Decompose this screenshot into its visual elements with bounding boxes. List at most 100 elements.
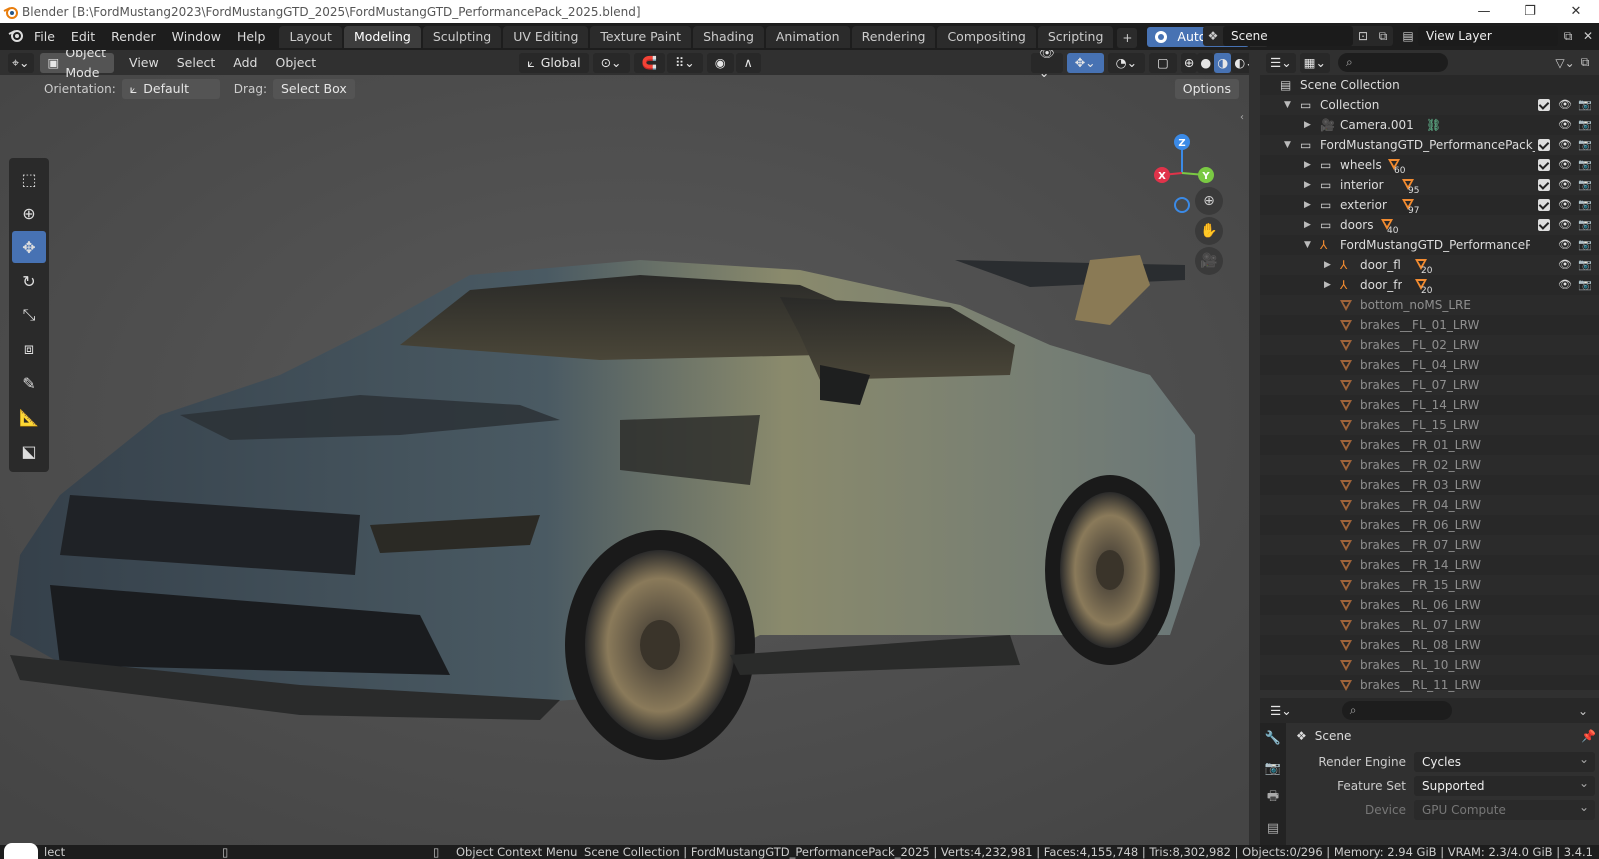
shading-material-button[interactable]: ◑: [1214, 52, 1232, 73]
outliner-row[interactable]: brakes__RL_07_LRW: [1260, 615, 1599, 635]
camera-view-icon[interactable]: 🎥: [1195, 247, 1223, 275]
editor-type-button[interactable]: ⌖⌄: [8, 52, 34, 73]
feature-set-select[interactable]: Supported: [1414, 773, 1595, 796]
outliner-search-input[interactable]: ⌕: [1337, 53, 1448, 72]
tab-sculpting[interactable]: Sculpting: [422, 25, 502, 48]
outliner-row[interactable]: ▶ ▭ interior 95 👁 📷: [1260, 175, 1599, 196]
expand-arrow-icon[interactable]: ▶: [1304, 175, 1311, 195]
exclude-checkbox[interactable]: [1538, 199, 1550, 211]
zoom-icon[interactable]: ⊕: [1195, 187, 1223, 215]
collapse-arrow-icon[interactable]: ▼: [1304, 235, 1311, 255]
eye-icon[interactable]: 👁: [1558, 115, 1572, 135]
mode-select[interactable]: ▣ Object Mode: [39, 50, 115, 80]
scale-tool[interactable]: ⤡: [12, 299, 46, 331]
scene-selector[interactable]: ❖ Scene ⊡ ⧉: [1203, 26, 1393, 46]
shading-rendered-button[interactable]: ◐⌄: [1231, 52, 1249, 73]
eye-icon[interactable]: 👁: [1558, 235, 1572, 255]
view-layer-tab-icon[interactable]: ▤: [1260, 813, 1286, 843]
menu-window[interactable]: Window: [164, 29, 229, 44]
outliner-row[interactable]: ▶ ⅄ door_fr 20 👁 📷: [1260, 275, 1599, 296]
maximize-button[interactable]: ❐: [1507, 4, 1553, 19]
outliner-row[interactable]: brakes__FR_07_LRW: [1260, 535, 1599, 555]
options-button[interactable]: Options: [1174, 78, 1239, 99]
render-camera-icon[interactable]: 📷: [1578, 135, 1592, 155]
expand-arrow-icon[interactable]: ▶: [1324, 255, 1331, 275]
eye-icon[interactable]: 👁: [1558, 135, 1572, 155]
render-camera-icon[interactable]: 📷: [1578, 255, 1592, 275]
eye-icon[interactable]: 👁: [1558, 275, 1572, 295]
shading-wireframe-button[interactable]: ⊕: [1180, 52, 1198, 73]
display-mode-button[interactable]: ▦⌄: [1299, 52, 1330, 73]
blender-menu-icon[interactable]: [6, 28, 26, 45]
collapse-arrow-icon[interactable]: ▼: [1284, 95, 1291, 115]
shading-solid-button[interactable]: ●: [1197, 52, 1215, 73]
viewport-menu-view[interactable]: View: [120, 55, 168, 70]
outliner-row[interactable]: brakes__RL_11_LRW: [1260, 675, 1599, 695]
outliner-row[interactable]: brakes__FR_15_LRW: [1260, 575, 1599, 595]
add-cube-tool[interactable]: ⬕: [12, 435, 46, 467]
output-tab-icon[interactable]: 🖶: [1260, 783, 1286, 813]
sidebar-toggle-arrow-icon[interactable]: ‹: [1240, 112, 1244, 123]
view-layer-field[interactable]: View Layer: [1418, 26, 1558, 46]
eye-icon[interactable]: 👁: [1558, 175, 1572, 195]
outliner-row[interactable]: brakes__FR_04_LRW: [1260, 495, 1599, 515]
expand-arrow-icon[interactable]: ▶: [1304, 215, 1311, 235]
overlay-toggle[interactable]: ◔⌄: [1107, 52, 1146, 73]
tab-layout[interactable]: Layout: [279, 25, 342, 48]
render-camera-icon[interactable]: 📷: [1578, 235, 1592, 255]
outliner-row[interactable]: brakes__FR_06_LRW: [1260, 515, 1599, 535]
falloff-button[interactable]: ∧: [735, 52, 761, 73]
outliner-editor-type-button[interactable]: ☰⌄: [1266, 52, 1296, 73]
select-box-tool[interactable]: ⬚: [12, 163, 46, 195]
proportional-edit-button[interactable]: ◉: [706, 52, 734, 73]
menu-render[interactable]: Render: [103, 29, 164, 44]
remove-view-layer-icon[interactable]: ✕: [1578, 29, 1598, 43]
tab-animation[interactable]: Animation: [765, 25, 850, 48]
rotate-tool[interactable]: ↻: [12, 265, 46, 297]
outliner-row[interactable]: brakes__FL_02_LRW: [1260, 335, 1599, 355]
minimize-button[interactable]: —: [1461, 4, 1507, 19]
menu-file[interactable]: File: [26, 29, 63, 44]
outliner-row[interactable]: brakes__FR_02_LRW: [1260, 455, 1599, 475]
tab-rendering[interactable]: Rendering: [851, 25, 936, 48]
exclude-checkbox[interactable]: [1538, 139, 1550, 151]
pivot-point-button[interactable]: ⊙⌄: [592, 52, 630, 73]
outliner-row[interactable]: brakes__FL_01_LRW: [1260, 315, 1599, 335]
3d-viewport[interactable]: Z X Y ⌖⌄ ▣ Object Mode View Select Add O…: [0, 50, 1249, 845]
outliner-row[interactable]: brakes__FL_07_LRW: [1260, 375, 1599, 395]
menu-help[interactable]: Help: [229, 29, 274, 44]
outliner-row[interactable]: brakes__FR_01_LRW: [1260, 435, 1599, 455]
eye-icon[interactable]: 👁: [1558, 195, 1572, 215]
measure-tool[interactable]: 📐: [12, 401, 46, 433]
outliner-row[interactable]: ▶ ▭ exterior 97 👁 📷: [1260, 195, 1599, 216]
visibility-button[interactable]: 👁⌄: [1030, 50, 1063, 80]
eye-icon[interactable]: 👁: [1558, 95, 1572, 115]
cursor-tool[interactable]: ⊕: [12, 197, 46, 229]
viewport-menu-select[interactable]: Select: [168, 55, 225, 70]
drag-select[interactable]: Select Box: [272, 78, 355, 99]
expand-arrow-icon[interactable]: ▶: [1304, 115, 1311, 135]
viewport-canvas[interactable]: Z X Y: [0, 75, 1249, 845]
new-scene-icon[interactable]: ⧉: [1373, 29, 1393, 44]
render-camera-icon[interactable]: 📷: [1578, 215, 1592, 235]
outliner-row[interactable]: brakes__FL_14_LRW: [1260, 395, 1599, 415]
tool-tab-icon[interactable]: 🔧: [1260, 723, 1286, 753]
render-engine-select[interactable]: Cycles: [1414, 749, 1595, 772]
close-button[interactable]: ✕: [1553, 4, 1599, 19]
exclude-checkbox[interactable]: [1538, 159, 1550, 171]
tab-uv-editing[interactable]: UV Editing: [503, 25, 589, 48]
viewport-menu-add[interactable]: Add: [224, 55, 266, 70]
new-view-layer-icon[interactable]: ⧉: [1558, 29, 1578, 44]
exclude-checkbox[interactable]: [1538, 219, 1550, 231]
expand-arrow-icon[interactable]: ▶: [1304, 155, 1311, 175]
outliner-row[interactable]: ▼ ⅄ FordMustangGTD_PerformancePack_20 👁 📷: [1260, 235, 1599, 255]
tab-compositing[interactable]: Compositing: [937, 25, 1036, 48]
new-collection-icon[interactable]: ⧉: [1575, 55, 1595, 70]
pin-icon[interactable]: ⊡: [1353, 29, 1373, 43]
transform-tool[interactable]: ⧈: [12, 333, 46, 365]
expand-arrow-icon[interactable]: ▶: [1324, 275, 1331, 295]
render-camera-icon[interactable]: 📷: [1578, 195, 1592, 215]
xray-toggle[interactable]: ▢: [1149, 52, 1177, 73]
view-layer-selector[interactable]: ▤ View Layer ⧉ ✕: [1398, 26, 1598, 46]
outliner-row[interactable]: brakes__FR_14_LRW: [1260, 555, 1599, 575]
